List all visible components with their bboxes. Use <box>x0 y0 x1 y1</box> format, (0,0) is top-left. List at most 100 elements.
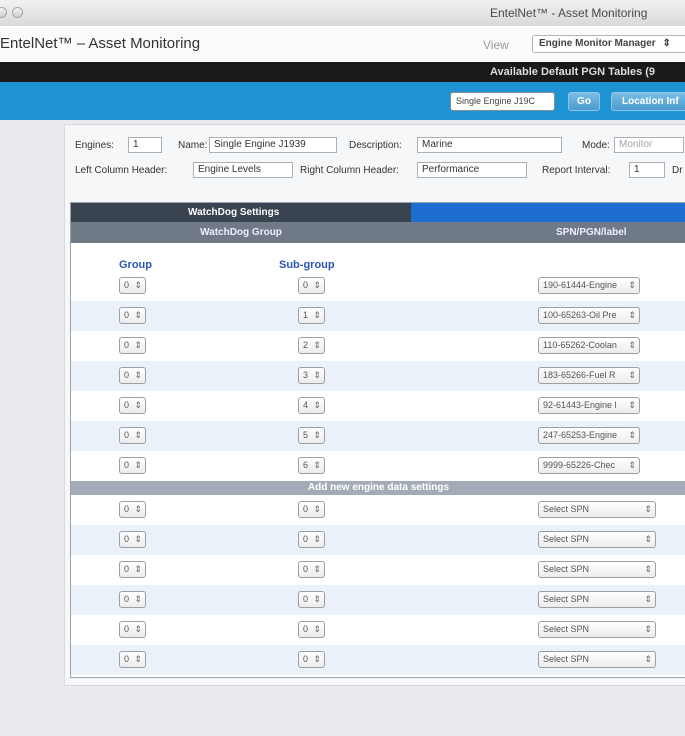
subgroup-select[interactable]: 0 ⇕ <box>298 501 325 518</box>
spn-select-value: Select SPN <box>543 504 590 514</box>
name-input[interactable]: Single Engine J1939 <box>209 137 337 153</box>
view-select[interactable]: Engine Monitor Manager ⇕ <box>532 35 685 53</box>
spn-select[interactable]: 190-61444-Engine ⇕ <box>538 277 640 294</box>
go-button[interactable]: Go <box>568 92 600 111</box>
subgroup-select-value: 4 <box>303 400 309 410</box>
spn-select-value: 183-65266-Fuel R <box>543 370 616 380</box>
group-select[interactable]: 0 ⇕ <box>119 307 146 324</box>
left-header-input[interactable]: Engine Levels <box>193 162 293 178</box>
table-row-new: 0 ⇕ 0 ⇕ Select SPN ⇕ <box>71 555 685 585</box>
select-arrows-icon: ⇕ <box>313 564 321 574</box>
select-arrows-icon: ⇕ <box>313 460 321 470</box>
group-select[interactable]: 0 ⇕ <box>119 651 146 668</box>
engine-select[interactable]: Single Engine J19C <box>450 92 555 111</box>
subgroup-select[interactable]: 4 ⇕ <box>298 397 325 414</box>
subgroup-select[interactable]: 0 ⇕ <box>298 561 325 578</box>
select-arrows-icon: ⇕ <box>134 564 142 574</box>
subgroup-select[interactable]: 2 ⇕ <box>298 337 325 354</box>
watchdog-settings-header: WatchDog Settings <box>71 203 411 222</box>
watchdog-settings-title: WatchDog Settings <box>188 207 280 218</box>
spn-select[interactable]: Select SPN ⇕ <box>538 591 656 608</box>
select-arrows-icon: ⇕ <box>644 534 652 544</box>
subgroup-select[interactable]: 0 ⇕ <box>298 531 325 548</box>
subgroup-select[interactable]: 0 ⇕ <box>298 621 325 638</box>
header-accent-bar <box>411 203 685 222</box>
col-spn-pgn-label: SPN/PGN/label <box>556 227 627 238</box>
subgroup-label: Sub-group <box>279 259 335 271</box>
spn-select-value: Select SPN <box>543 534 590 544</box>
spn-select[interactable]: 183-65266-Fuel R ⇕ <box>538 367 640 384</box>
subgroup-select-value: 0 <box>303 534 309 544</box>
spn-select[interactable]: 92-61443-Engine l ⇕ <box>538 397 640 414</box>
subgroup-select[interactable]: 0 ⇕ <box>298 277 325 294</box>
group-select[interactable]: 0 ⇕ <box>119 621 146 638</box>
group-select-value: 0 <box>124 460 130 470</box>
report-interval-label: Report Interval: <box>542 165 611 176</box>
mode-label: Mode: <box>582 140 610 151</box>
group-select-value: 0 <box>124 340 130 350</box>
select-arrows-icon: ⇕ <box>134 370 142 380</box>
group-select[interactable]: 0 ⇕ <box>119 531 146 548</box>
group-select[interactable]: 0 ⇕ <box>119 561 146 578</box>
group-select[interactable]: 0 ⇕ <box>119 427 146 444</box>
spn-select[interactable]: Select SPN ⇕ <box>538 501 656 518</box>
group-select-value: 0 <box>124 280 130 290</box>
subgroup-select-value: 3 <box>303 370 309 380</box>
subgroup-select[interactable]: 0 ⇕ <box>298 651 325 668</box>
group-select-value: 0 <box>124 564 130 574</box>
window-title: EntelNet™ - Asset Monitoring <box>490 6 648 20</box>
right-header-input[interactable]: Performance <box>417 162 527 178</box>
add-new-settings-header: Add new engine data settings <box>71 481 685 495</box>
select-arrows-icon: ⇕ <box>313 370 321 380</box>
report-interval-input[interactable]: 1 <box>629 162 665 178</box>
subgroup-select[interactable]: 6 ⇕ <box>298 457 325 474</box>
spn-select[interactable]: 9999-65226-Chec ⇕ <box>538 457 640 474</box>
spn-select[interactable]: Select SPN ⇕ <box>538 621 656 638</box>
mode-select[interactable]: Monitor <box>614 137 684 153</box>
table-row: 0 ⇕ 1 ⇕ 100-65263-Oil Pre ⇕ <box>71 301 685 331</box>
spn-select-value: Select SPN <box>543 654 590 664</box>
subgroup-select[interactable]: 1 ⇕ <box>298 307 325 324</box>
subgroup-select-value: 0 <box>303 504 309 514</box>
group-select[interactable]: 0 ⇕ <box>119 591 146 608</box>
select-arrows-icon: ⇕ <box>313 654 321 664</box>
spn-select[interactable]: Select SPN ⇕ <box>538 561 656 578</box>
subgroup-select-value: 5 <box>303 430 309 440</box>
spn-select[interactable]: Select SPN ⇕ <box>538 651 656 668</box>
toolbar: Single Engine J19C Go Location Inf <box>0 82 685 120</box>
spn-select-value: 247-65253-Engine <box>543 430 618 440</box>
spn-select[interactable]: Select SPN ⇕ <box>538 531 656 548</box>
spn-select[interactable]: 247-65253-Engine ⇕ <box>538 427 640 444</box>
engines-input[interactable]: 1 <box>128 137 162 153</box>
truncated-label: Dr <box>672 165 683 176</box>
subgroup-select-value: 6 <box>303 460 309 470</box>
group-select-value: 0 <box>124 400 130 410</box>
subgroup-select[interactable]: 5 ⇕ <box>298 427 325 444</box>
close-window-icon[interactable] <box>0 7 7 18</box>
location-info-button[interactable]: Location Inf <box>611 92 685 111</box>
engines-label: Engines: <box>75 140 114 151</box>
group-select[interactable]: 0 ⇕ <box>119 277 146 294</box>
group-select[interactable]: 0 ⇕ <box>119 367 146 384</box>
subgroup-select[interactable]: 0 ⇕ <box>298 591 325 608</box>
pgn-tables-bar: Available Default PGN Tables (9 <box>0 62 685 82</box>
group-select[interactable]: 0 ⇕ <box>119 457 146 474</box>
group-select-value: 0 <box>124 430 130 440</box>
spn-select[interactable]: 110-65262-Coolan ⇕ <box>538 337 640 354</box>
table-row-new: 0 ⇕ 0 ⇕ Select SPN ⇕ <box>71 585 685 615</box>
group-select-value: 0 <box>124 310 130 320</box>
group-select[interactable]: 0 ⇕ <box>119 501 146 518</box>
select-arrows-icon: ⇕ <box>628 460 636 470</box>
app-title: EntelNet™ – Asset Monitoring <box>0 35 201 52</box>
minimize-window-icon[interactable] <box>12 7 23 18</box>
subgroup-select[interactable]: 3 ⇕ <box>298 367 325 384</box>
select-arrows-icon: ⇕ <box>628 430 636 440</box>
description-input[interactable]: Marine <box>417 137 562 153</box>
select-arrows-icon: ⇕ <box>644 624 652 634</box>
select-arrows-icon: ⇕ <box>628 280 636 290</box>
group-select[interactable]: 0 ⇕ <box>119 397 146 414</box>
group-select[interactable]: 0 ⇕ <box>119 337 146 354</box>
select-arrows-icon: ⇕ <box>134 400 142 410</box>
spn-select[interactable]: 100-65263-Oil Pre ⇕ <box>538 307 640 324</box>
subgroup-select-value: 0 <box>303 594 309 604</box>
